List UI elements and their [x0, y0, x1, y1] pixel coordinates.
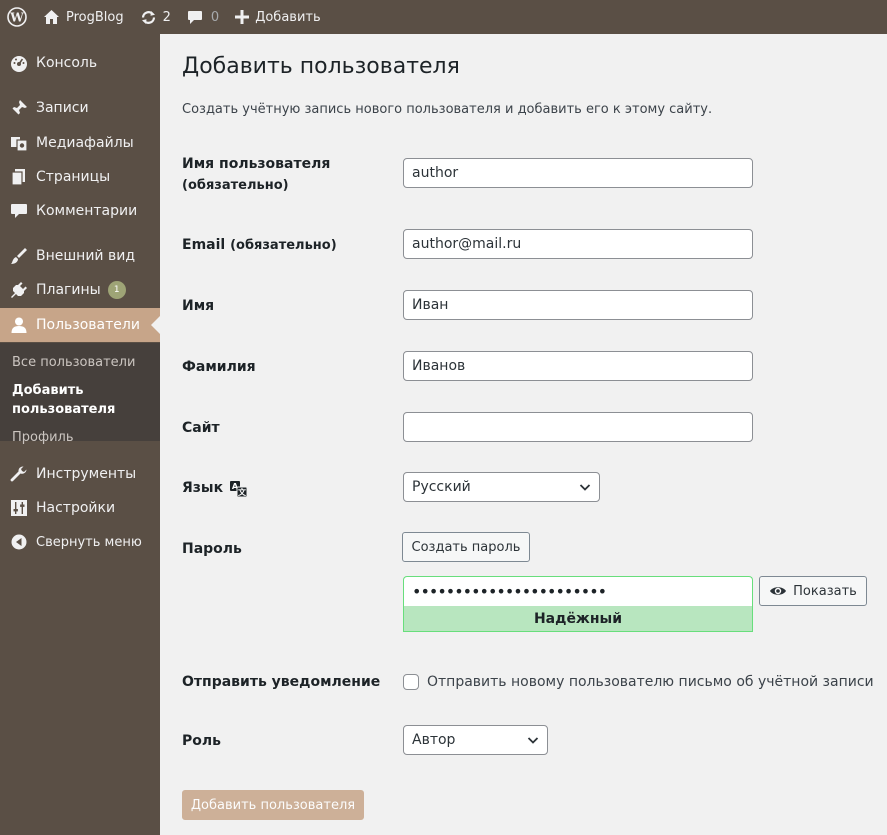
notify-label: Отправить уведомление	[182, 674, 381, 690]
username-label: Имя пользователя (обязательно)	[182, 154, 330, 196]
language-select[interactable]: Русский	[403, 472, 600, 502]
menu-label: Свернуть меню	[36, 534, 142, 550]
plugins-update-badge: 1	[107, 281, 126, 299]
password-input[interactable]: •••••••••••••••••••••••	[403, 576, 753, 606]
menu-label: Медиафайлы	[36, 135, 134, 151]
translation-icon: A文	[229, 480, 248, 498]
comment-icon	[0, 202, 36, 220]
pin-icon	[0, 99, 36, 117]
email-input[interactable]	[403, 229, 753, 259]
menu-item-comments[interactable]: Комментарии	[0, 194, 160, 228]
menu-label: Плагины	[36, 282, 101, 298]
password-label: Пароль	[182, 541, 242, 557]
updates-link[interactable]: 2	[132, 0, 179, 34]
page-title: Добавить пользователя	[182, 54, 460, 79]
menu-item-settings[interactable]: Настройки	[0, 491, 160, 525]
site-name: ProgBlog	[66, 9, 124, 25]
show-password-button[interactable]: Показать	[759, 576, 867, 606]
updates-count: 2	[162, 9, 171, 25]
menu-label: Инструменты	[36, 466, 137, 482]
password-strength-indicator: Надёжный	[403, 606, 753, 632]
menu-label: Пользователи	[36, 317, 140, 333]
username-label-text: Имя пользователя	[182, 156, 331, 172]
updates-icon	[140, 9, 157, 26]
user-icon	[0, 316, 36, 334]
eye-icon	[769, 585, 787, 597]
collapse-menu-button[interactable]: Свернуть меню	[0, 525, 160, 559]
role-label: Роль	[182, 733, 221, 749]
role-select[interactable]: Автор	[403, 725, 548, 755]
site-name-link[interactable]: ProgBlog	[35, 0, 132, 34]
first-name-input[interactable]	[403, 290, 753, 320]
language-selected: Русский	[412, 479, 471, 495]
language-label-text: Язык	[182, 480, 224, 496]
last-name-label: Фамилия	[182, 359, 256, 375]
required-note: (обязательно)	[182, 178, 289, 193]
comments-link[interactable]: 0	[179, 0, 227, 34]
menu-label: Страницы	[36, 169, 111, 185]
main-content: Добавить пользователя Создать учётную за…	[160, 34, 887, 835]
menu-item-users[interactable]: Пользователи	[0, 308, 160, 342]
menu-item-appearance[interactable]: Внешний вид	[0, 239, 160, 273]
brush-icon	[0, 247, 36, 265]
language-label: Язык A文	[182, 478, 248, 499]
notify-checkbox[interactable]	[403, 674, 419, 690]
menu-item-media[interactable]: Медиафайлы	[0, 126, 160, 160]
menu-item-pages[interactable]: Страницы	[0, 160, 160, 194]
notify-checkbox-text: Отправить новому пользователю письмо об …	[427, 674, 874, 690]
last-name-input[interactable]	[403, 351, 753, 381]
menu-label: Внешний вид	[36, 248, 136, 264]
menu-item-tools[interactable]: Инструменты	[0, 457, 160, 491]
menu-item-plugins[interactable]: Плагины 1	[0, 273, 160, 307]
plus-icon	[235, 10, 250, 24]
menu-item-posts[interactable]: Записи	[0, 91, 160, 125]
website-label: Сайт	[182, 420, 220, 436]
menu-label: Настройки	[36, 500, 116, 516]
menu-label: Записи	[36, 100, 89, 116]
svg-text:文: 文	[238, 487, 247, 497]
comments-count: 0	[210, 9, 220, 25]
chevron-down-icon	[527, 734, 539, 750]
new-content-link[interactable]: Добавить	[227, 0, 328, 34]
admin-sidebar: Консоль Записи Медиафайлы Страницы Комме…	[0, 34, 160, 835]
username-input[interactable]	[403, 158, 753, 188]
menu-label: Консоль	[36, 55, 98, 71]
generate-password-button[interactable]: Создать пароль	[402, 532, 530, 562]
plugin-icon	[0, 281, 36, 299]
home-icon	[43, 9, 60, 25]
media-icon	[0, 134, 36, 152]
notify-option: Отправить новому пользователю письмо об …	[403, 674, 874, 690]
first-name-label: Имя	[182, 298, 215, 314]
website-input[interactable]	[403, 412, 753, 442]
settings-icon	[0, 499, 36, 517]
role-selected: Автор	[412, 732, 456, 748]
wordpress-logo-icon[interactable]: W	[0, 0, 35, 34]
submenu-item-profile[interactable]: Профиль	[12, 428, 74, 447]
add-user-button[interactable]: Добавить пользователя	[182, 790, 364, 820]
email-label-text: Email	[182, 237, 226, 253]
new-content-label: Добавить	[255, 9, 321, 25]
comment-icon	[187, 10, 203, 25]
show-password-label: Показать	[793, 583, 857, 599]
admin-bar: W ProgBlog 2 0 Добавить	[0, 0, 887, 34]
collapse-icon	[0, 534, 36, 550]
menu-item-dashboard[interactable]: Консоль	[0, 46, 160, 80]
page-description: Создать учётную запись нового пользовате…	[182, 102, 713, 117]
users-submenu: Все пользователи Добавить пользователя П…	[0, 343, 160, 445]
pages-icon	[0, 168, 36, 186]
required-note: (обязательно)	[230, 238, 337, 253]
submenu-item-all-users[interactable]: Все пользователи	[12, 353, 135, 372]
email-label: Email (обязательно)	[182, 235, 337, 256]
dashboard-icon	[0, 54, 36, 72]
svg-text:W: W	[9, 11, 24, 25]
wrench-icon	[0, 465, 36, 483]
menu-label: Комментарии	[36, 203, 138, 219]
chevron-down-icon	[579, 481, 591, 497]
submenu-item-add-user[interactable]: Добавить пользователя	[12, 381, 152, 419]
